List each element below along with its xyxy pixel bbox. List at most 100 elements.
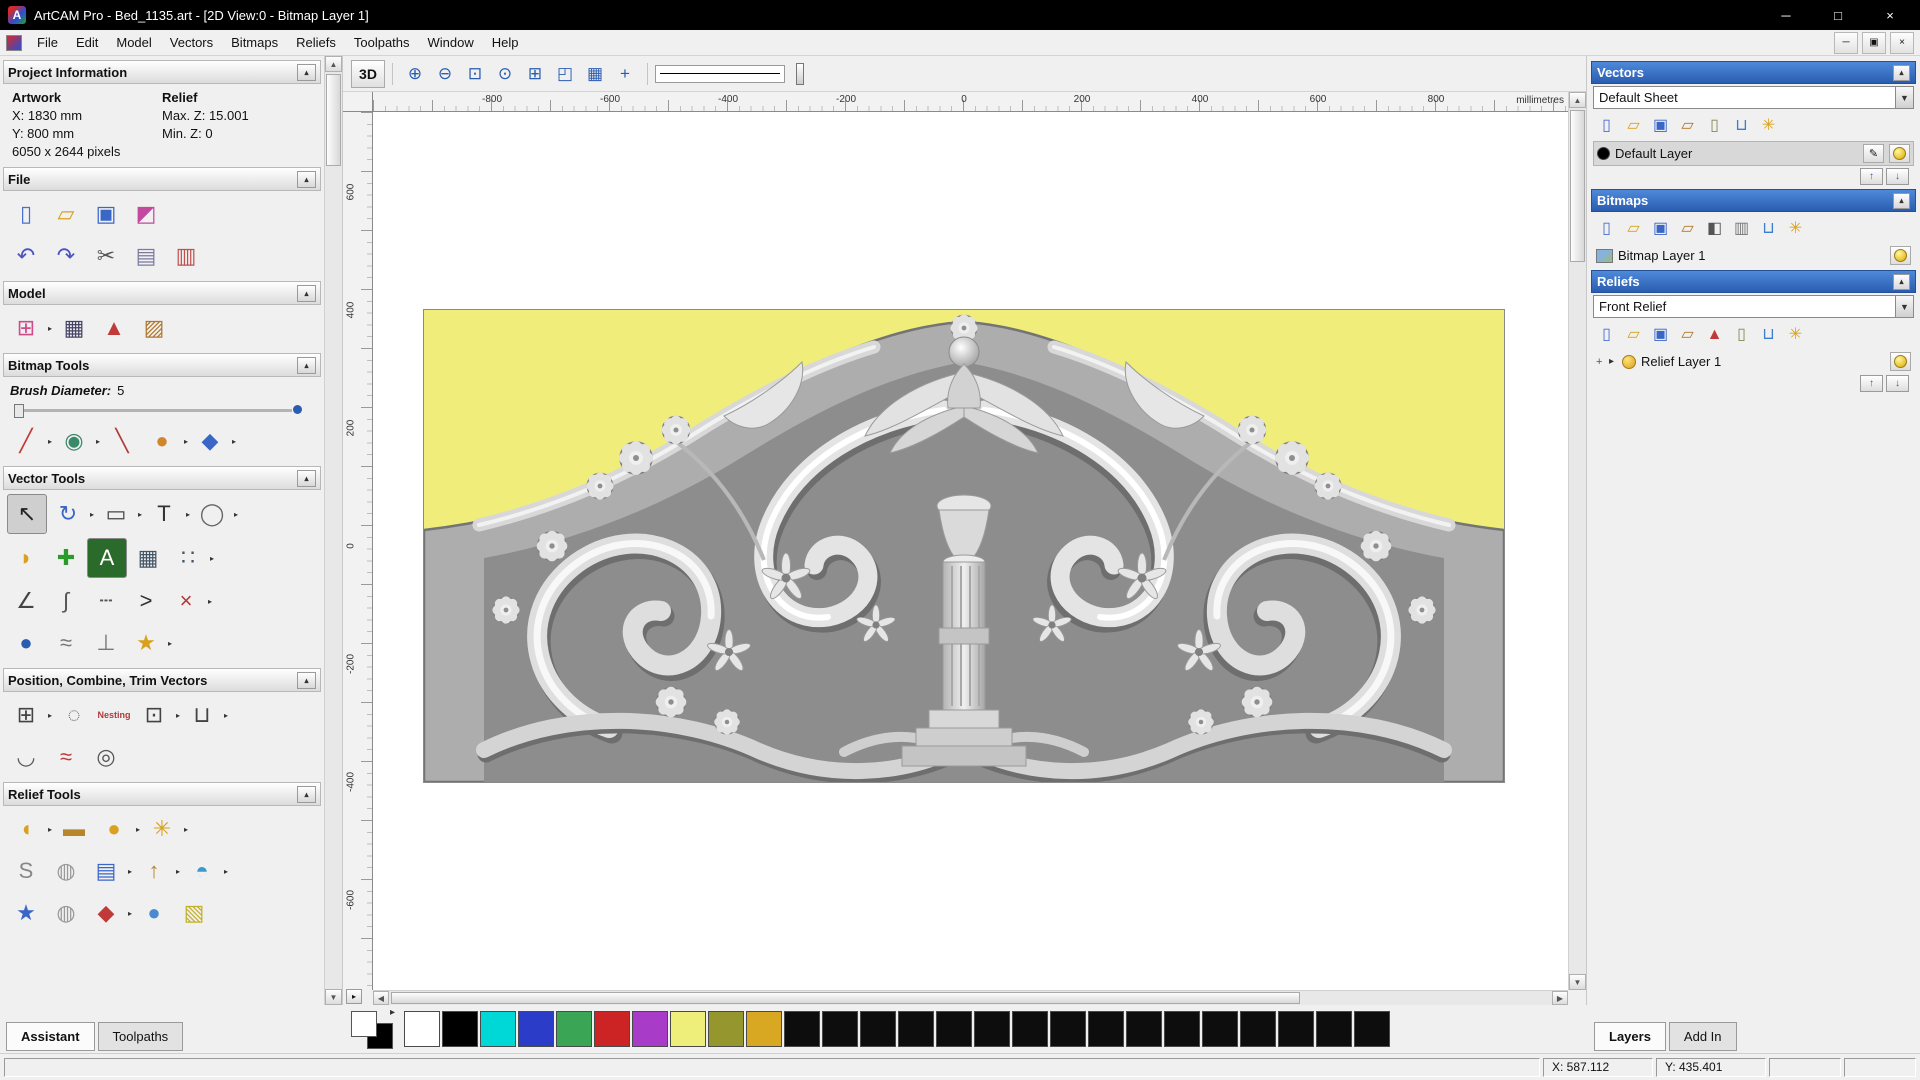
create-rectangle-flyout-icon[interactable]: ▸: [136, 510, 144, 519]
emboss-icon[interactable]: ↑: [135, 852, 173, 890]
flood-fill-icon[interactable]: ◆: [191, 422, 229, 460]
palette-icon[interactable]: ●: [143, 422, 181, 460]
delete-vector-layer-icon[interactable]: ⊔: [1728, 113, 1755, 138]
block-copy-icon[interactable]: ∷: [169, 539, 207, 577]
paste-along-curve-icon[interactable]: ▦: [129, 539, 167, 577]
snap-grid-icon[interactable]: ▦: [581, 61, 609, 87]
palette-swatch[interactable]: [442, 1011, 478, 1047]
menu-model[interactable]: Model: [107, 32, 160, 53]
palette-swatch[interactable]: [1316, 1011, 1352, 1047]
weld-vectors-flyout-icon[interactable]: ▸: [222, 711, 230, 720]
pane-toggle-button[interactable]: ▸: [346, 989, 362, 1004]
line-style-preview[interactable]: [655, 64, 785, 83]
layer-visibility-button[interactable]: [1890, 352, 1911, 371]
shape-editor-icon[interactable]: ◖: [7, 810, 45, 848]
dropdown-icon[interactable]: ▼: [1895, 87, 1913, 108]
shape-editor-flyout-icon[interactable]: ▸: [46, 825, 54, 834]
move-layer-down-button[interactable]: ↓: [1886, 168, 1909, 185]
scroll-down-button[interactable]: ▼: [325, 989, 342, 1005]
sculpting-flyout-icon[interactable]: ▸: [182, 825, 190, 834]
scroll-left-button[interactable]: ◀: [373, 991, 389, 1005]
scrollbar-thumb[interactable]: [391, 992, 1301, 1004]
palette-swatch[interactable]: [1088, 1011, 1124, 1047]
rollup-icon[interactable]: ▴: [1893, 192, 1910, 209]
paint-icon[interactable]: ╱: [7, 422, 45, 460]
zoom-1to1-icon[interactable]: ⊙: [491, 61, 519, 87]
transform-vectors-icon[interactable]: ↻: [49, 495, 87, 533]
star-relief-icon[interactable]: ★: [7, 894, 45, 932]
transform-vectors-flyout-icon[interactable]: ▸: [88, 510, 96, 519]
rollup-icon[interactable]: ▴: [297, 356, 316, 374]
weave-wizard-icon[interactable]: ◍: [47, 852, 85, 890]
mdi-restore-button[interactable]: ▣: [1862, 31, 1886, 54]
dome-tool-flyout-icon[interactable]: ▸: [134, 825, 142, 834]
palette-swatch[interactable]: [1240, 1011, 1276, 1047]
scroll-down-button[interactable]: ▼: [1569, 974, 1586, 990]
create-star-flyout-icon[interactable]: ▸: [166, 639, 174, 648]
palette-swatch[interactable]: [898, 1011, 934, 1047]
scrollbar-track[interactable]: [1569, 108, 1586, 974]
minimize-button[interactable]: ─: [1764, 0, 1808, 30]
menu-reliefs[interactable]: Reliefs: [287, 32, 345, 53]
palette-swatch[interactable]: [556, 1011, 592, 1047]
vector-sheet-icon[interactable]: ▯: [1701, 113, 1728, 138]
import-bitmap-icon[interactable]: ▱: [1674, 216, 1701, 241]
palette-swatch[interactable]: [936, 1011, 972, 1047]
swap-colours-icon[interactable]: ▸: [390, 1007, 395, 1018]
relief-from-layers-flyout-icon[interactable]: ▸: [126, 867, 134, 876]
palette-swatch[interactable]: [784, 1011, 820, 1047]
wave-icon[interactable]: ≈: [47, 624, 85, 662]
copy-icon[interactable]: ▤: [127, 237, 165, 275]
scrollbar-thumb[interactable]: [326, 74, 341, 166]
distort-vectors-icon[interactable]: ≈: [47, 738, 85, 776]
create-polyline-icon[interactable]: ∠: [7, 582, 45, 620]
move-layer-down-button[interactable]: ↓: [1886, 375, 1909, 392]
rollup-icon[interactable]: ▴: [297, 170, 316, 188]
menu-vectors[interactable]: Vectors: [161, 32, 222, 53]
open-relief-file-icon[interactable]: ▱: [1620, 322, 1647, 347]
palette-swatch[interactable]: [822, 1011, 858, 1047]
toggle-origin-icon[interactable]: +: [611, 61, 639, 87]
scrollbar-thumb[interactable]: [1570, 110, 1585, 262]
spiral-icon[interactable]: ◎: [87, 738, 125, 776]
colour-picker-icon[interactable]: ╲: [103, 422, 141, 460]
merge-vector-layers-icon[interactable]: ✳: [1755, 113, 1782, 138]
menu-bitmaps[interactable]: Bitmaps: [222, 32, 287, 53]
group-vectors-icon[interactable]: ⊡: [135, 696, 173, 734]
slice-vectors-icon[interactable]: ◡: [7, 738, 45, 776]
texture-relief-icon[interactable]: ◍: [47, 894, 85, 932]
close-button[interactable]: ×: [1868, 0, 1912, 30]
model-from-image-icon[interactable]: ▨: [135, 309, 173, 347]
palette-swatch[interactable]: [1354, 1011, 1390, 1047]
open-model-icon[interactable]: ▱: [47, 195, 85, 233]
scale-relief-icon[interactable]: ▲: [1701, 322, 1728, 347]
swept-profile-icon[interactable]: S: [7, 852, 45, 890]
edit-layer-button[interactable]: ✎: [1863, 144, 1884, 163]
emboss-flyout-icon[interactable]: ▸: [174, 867, 182, 876]
wrap-text-icon[interactable]: A: [87, 538, 127, 578]
relief-layer-row[interactable]: + ▸ Relief Layer 1: [1593, 350, 1914, 373]
bitmap-layer-row[interactable]: Bitmap Layer 1: [1593, 244, 1914, 267]
trim-vectors-icon[interactable]: ×: [167, 582, 205, 620]
create-star-icon[interactable]: ★: [127, 624, 165, 662]
smooth-relief-icon[interactable]: ▬: [55, 810, 93, 848]
paste-icon[interactable]: ▥: [167, 237, 205, 275]
palette-swatch[interactable]: [404, 1011, 440, 1047]
create-boundary-icon[interactable]: ✚: [47, 539, 85, 577]
cut-icon[interactable]: ✂: [87, 237, 125, 275]
paint-selective-flyout-icon[interactable]: ▸: [94, 437, 102, 446]
import-relief-icon[interactable]: ▱: [1674, 322, 1701, 347]
new-bitmap-layer-icon[interactable]: ▯: [1593, 216, 1620, 241]
scrollbar-track[interactable]: [325, 72, 342, 989]
undo-icon[interactable]: ↶: [7, 237, 45, 275]
canvas-vertical-scrollbar[interactable]: ▲ ▼: [1568, 92, 1586, 990]
maximize-button[interactable]: □: [1816, 0, 1860, 30]
create-sphere-icon[interactable]: ●: [7, 624, 45, 662]
palette-swatch[interactable]: [518, 1011, 554, 1047]
line-width-handle[interactable]: [796, 62, 804, 85]
zoom-box-icon[interactable]: ⊡: [461, 61, 489, 87]
rollup-icon[interactable]: ▴: [297, 785, 316, 803]
align-vectors-flyout-icon[interactable]: ▸: [46, 711, 54, 720]
align-vectors-icon[interactable]: ⊞: [7, 696, 45, 734]
import-vectors-icon[interactable]: ▱: [1674, 113, 1701, 138]
